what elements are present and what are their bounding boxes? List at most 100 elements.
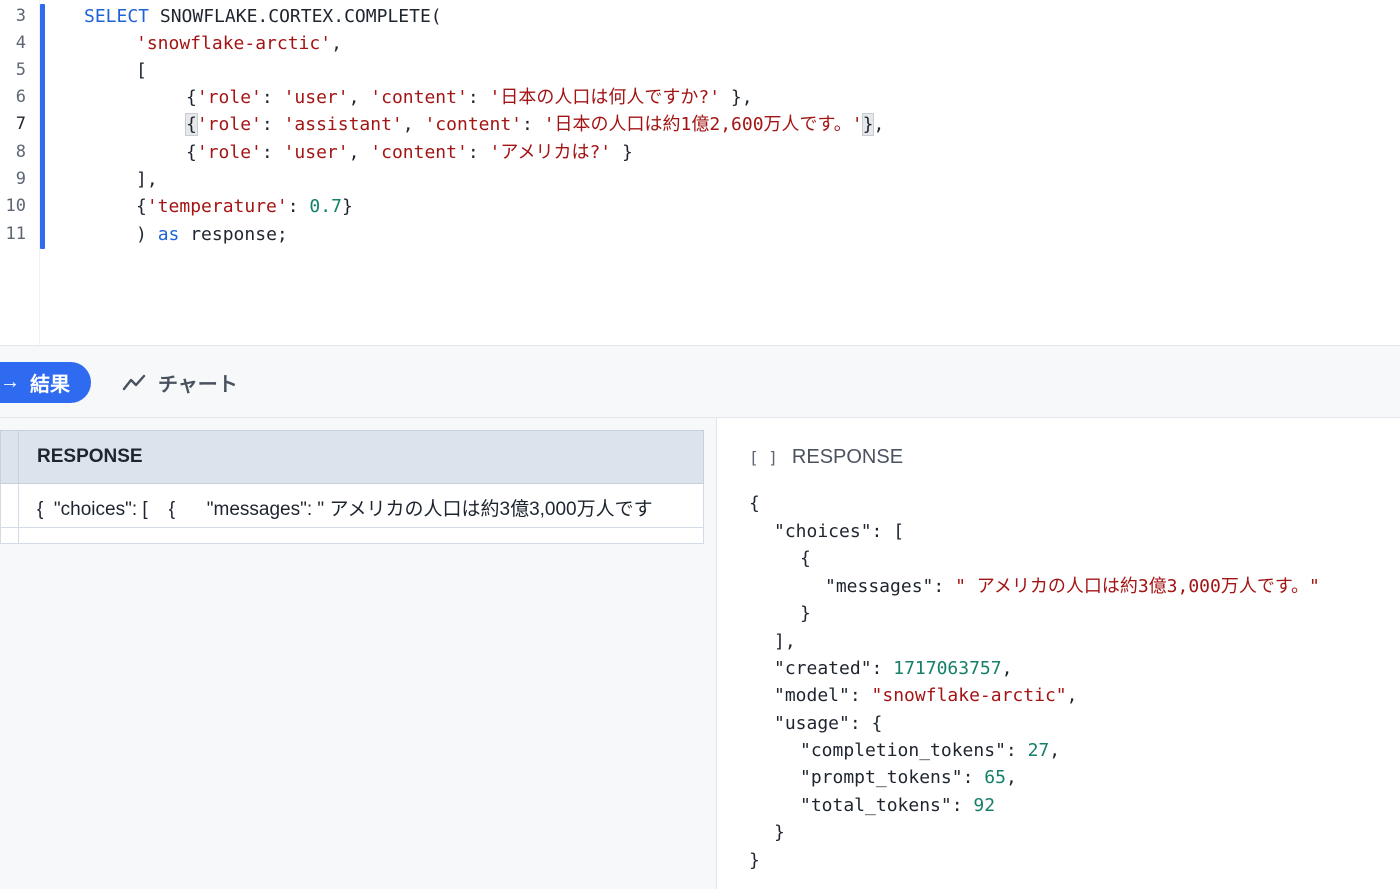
tab-chart-label: チャート <box>158 374 238 396</box>
keyword-select: SELECT <box>84 6 150 27</box>
json-colon: : <box>951 795 974 816</box>
brace: } <box>341 196 353 217</box>
colon: : <box>467 87 490 108</box>
response-cell[interactable]: { "choices": [ { "messages": " アメリカの人口は約… <box>37 494 653 521</box>
column-header-response[interactable]: RESPONSE <box>37 446 143 468</box>
comma: , <box>348 87 371 108</box>
line-number: 4 <box>15 33 26 53</box>
json-line: "prompt_tokens": 65, <box>800 764 1017 791</box>
table-row[interactable]: { "choices": [ { "messages": " アメリカの人口は約… <box>0 484 704 528</box>
string-literal: 'アメリカは?' <box>489 142 612 163</box>
comma: , <box>348 142 371 163</box>
number-literal: 0.7 <box>309 196 342 217</box>
sql-editor[interactable]: 3 4 5 6 7 8 9 10 11 SELECT SNOWFLAKE.COR… <box>0 0 1400 345</box>
json-brace: { <box>749 493 760 514</box>
tab-chart[interactable]: チャート <box>122 362 238 403</box>
code-line-4[interactable]: 'snowflake-arctic', <box>136 30 342 57</box>
line-chart-icon <box>122 374 146 390</box>
colon: : <box>467 142 490 163</box>
brace: } <box>611 142 633 163</box>
json-line: } <box>749 847 760 874</box>
json-line: { <box>749 490 760 517</box>
json-line: { <box>800 545 811 572</box>
json-key: "messages" <box>825 576 934 597</box>
brace: { <box>186 87 197 108</box>
colon: : <box>261 114 284 135</box>
code-line-9[interactable]: ], <box>136 166 158 193</box>
json-colon: : <box>871 521 894 542</box>
code-line-5[interactable]: [ <box>136 57 147 84</box>
line-number: 9 <box>15 169 26 189</box>
json-brace: } <box>774 822 785 843</box>
code-line-11[interactable]: ) as response; <box>136 221 288 248</box>
tab-results[interactable]: → 結果 <box>0 362 91 403</box>
line-number: 10 <box>5 196 26 216</box>
brace: }, <box>720 87 753 108</box>
json-colon: : <box>933 576 956 597</box>
grid-header: RESPONSE <box>0 430 704 484</box>
row-number-cell <box>1 528 19 543</box>
string-literal: 'temperature' <box>146 196 288 217</box>
string-literal: 'role' <box>196 142 262 163</box>
json-key: "model" <box>774 685 850 706</box>
code-line-7[interactable]: {'role': 'assistant', 'content': '日本の人口は… <box>185 111 885 138</box>
code-line-10[interactable]: {'temperature': 0.7} <box>136 193 353 220</box>
json-line: "model": "snowflake-arctic", <box>774 682 1077 709</box>
code-text: ], <box>136 169 158 190</box>
matched-brace: { <box>185 113 198 136</box>
json-key: "completion_tokens" <box>800 740 1006 761</box>
string-literal: 'assistant' <box>283 114 403 135</box>
json-comma: , <box>1005 767 1017 788</box>
line-number: 5 <box>15 60 26 80</box>
json-key: "choices" <box>774 521 872 542</box>
brace: { <box>186 142 197 163</box>
code-line-8[interactable]: {'role': 'user', 'content': 'アメリカは?' } <box>186 139 633 166</box>
code-text: ) <box>136 224 158 245</box>
keyword-as: as <box>157 224 180 245</box>
line-number: 8 <box>15 142 26 162</box>
json-colon: : <box>1005 740 1028 761</box>
string-literal: 'role' <box>196 87 262 108</box>
json-brace: } <box>749 850 760 871</box>
json-colon: : <box>871 658 894 679</box>
row-number-cell <box>1 484 19 527</box>
json-bracket: [ <box>893 521 905 542</box>
string-literal: 'user' <box>283 87 349 108</box>
string-literal: 'user' <box>283 142 349 163</box>
colon: : <box>287 196 310 217</box>
comma: , <box>402 114 425 135</box>
code-line-6[interactable]: {'role': 'user', 'content': '日本の人口は何人ですか… <box>186 84 753 111</box>
tab-results-label: 結果 <box>30 374 70 396</box>
code-text: response; <box>179 224 288 245</box>
json-number-value: 1717063757 <box>893 658 1002 679</box>
string-literal: 'snowflake-arctic' <box>136 33 332 54</box>
json-number-value: 27 <box>1027 740 1050 761</box>
colon: : <box>522 114 544 135</box>
json-line: ], <box>774 628 796 655</box>
code-text: , <box>331 33 342 54</box>
code-text: SNOWFLAKE.CORTEX.COMPLETE( <box>149 6 442 27</box>
json-key: "usage" <box>774 713 850 734</box>
json-line: } <box>800 600 811 627</box>
string-literal: 'content' <box>370 142 468 163</box>
json-colon: : <box>849 713 872 734</box>
matched-brace: } <box>861 113 875 136</box>
json-number-value: 92 <box>973 795 996 816</box>
comma: , <box>873 114 885 135</box>
arrow-right-icon: → <box>0 371 20 393</box>
json-comma: , <box>1066 685 1078 706</box>
row-number-header <box>1 431 19 483</box>
modified-lines-indicator <box>40 4 45 249</box>
json-string-value: "snowflake-arctic" <box>871 685 1067 706</box>
json-key: "prompt_tokens" <box>800 767 963 788</box>
json-line: "created": 1717063757, <box>774 655 1012 682</box>
string-literal: '日本の人口は何人ですか?' <box>489 87 721 108</box>
line-number: 6 <box>15 87 26 107</box>
line-number: 3 <box>15 6 26 26</box>
json-line: } <box>774 819 785 846</box>
json-bracket: ], <box>774 631 796 652</box>
json-line: "usage": { <box>774 710 882 737</box>
results-grid-panel: RESPONSE { "choices": [ { "messages": " … <box>0 418 716 889</box>
json-line: "completion_tokens": 27, <box>800 737 1060 764</box>
code-line-3[interactable]: SELECT SNOWFLAKE.CORTEX.COMPLETE( <box>84 3 442 30</box>
